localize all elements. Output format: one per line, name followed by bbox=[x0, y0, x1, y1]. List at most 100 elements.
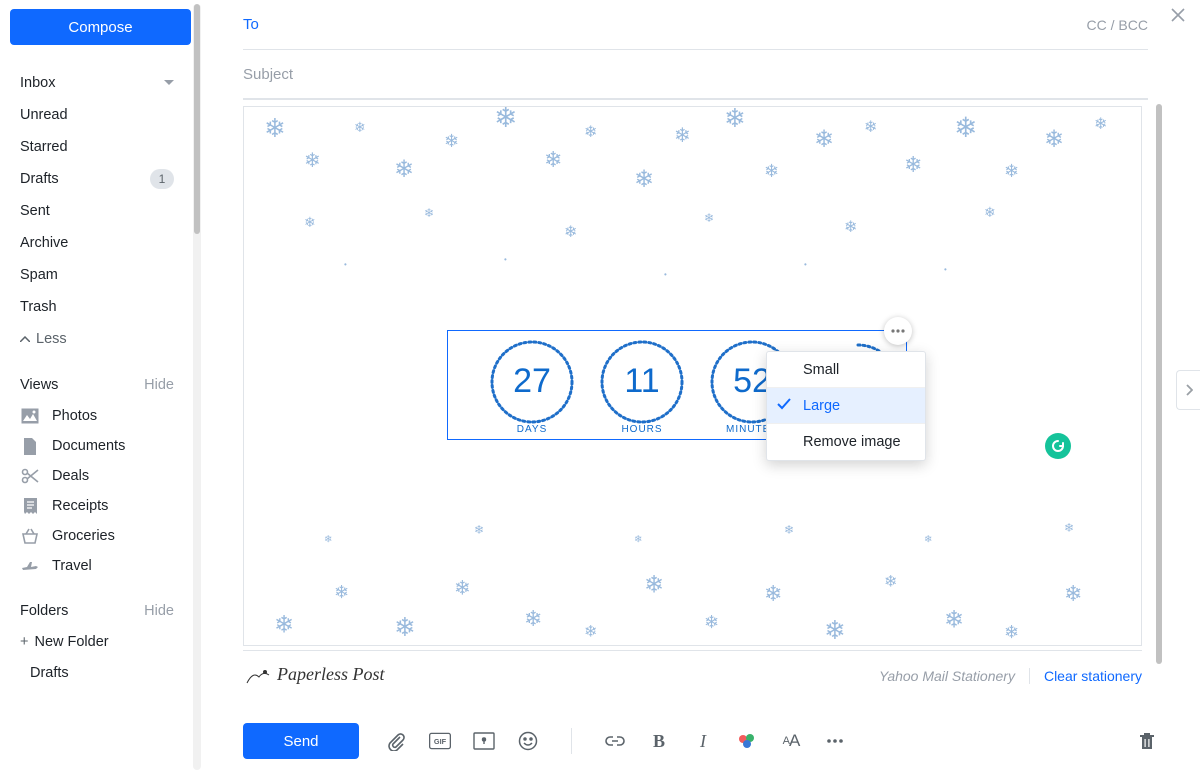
svg-text:•: • bbox=[344, 260, 347, 269]
subject-field-row[interactable]: Subject bbox=[243, 50, 1148, 100]
emoji-icon[interactable] bbox=[517, 730, 539, 752]
scissors-icon bbox=[20, 466, 40, 486]
stationery-canvas: ❄❄❄ ❄❄❄ ❄❄❄ ❄❄❄ ❄❄❄ ❄❄❄ ❄❄❄ ❄❄❄ ❄•• ••• bbox=[243, 106, 1142, 646]
new-folder-button[interactable]: + New Folder bbox=[10, 627, 184, 657]
folders-hide-link[interactable]: Hide bbox=[144, 603, 174, 619]
chevron-up-icon bbox=[20, 336, 30, 342]
view-label: Receipts bbox=[52, 498, 108, 514]
view-deals[interactable]: Deals bbox=[10, 461, 184, 491]
svg-text:❄: ❄ bbox=[354, 119, 366, 135]
discard-draft-icon[interactable] bbox=[1138, 730, 1160, 752]
cc-bcc-toggle[interactable]: CC / BCC bbox=[1087, 17, 1148, 33]
svg-text:•: • bbox=[504, 255, 507, 264]
folder-drafts[interactable]: Drafts 1 bbox=[10, 163, 184, 195]
countdown-hours: 11 HOURS bbox=[592, 336, 692, 435]
svg-text:❄: ❄ bbox=[704, 211, 714, 225]
folder-starred[interactable]: Starred bbox=[10, 131, 184, 163]
svg-text:❄: ❄ bbox=[674, 125, 691, 147]
svg-text:❄: ❄ bbox=[954, 112, 977, 143]
message-body[interactable]: ❄❄❄ ❄❄❄ ❄❄❄ ❄❄❄ ❄❄❄ ❄❄❄ ❄❄❄ ❄❄❄ ❄•• ••• bbox=[243, 106, 1142, 702]
svg-text:❄: ❄ bbox=[274, 609, 294, 636]
svg-text:•: • bbox=[664, 270, 667, 279]
scrollbar-listpane[interactable] bbox=[193, 4, 201, 770]
menu-item-small[interactable]: Small bbox=[767, 352, 925, 388]
folder-sent[interactable]: Sent bbox=[10, 195, 184, 227]
svg-text:❄: ❄ bbox=[704, 611, 719, 631]
right-panel-expand[interactable] bbox=[1176, 370, 1200, 410]
svg-text:❄: ❄ bbox=[764, 161, 779, 181]
collapse-less[interactable]: Less bbox=[10, 323, 184, 355]
menu-item-large[interactable]: Large bbox=[767, 388, 925, 424]
svg-text:❄: ❄ bbox=[494, 107, 517, 133]
view-groceries[interactable]: Groceries bbox=[10, 521, 184, 551]
to-field-row[interactable]: To CC / BCC bbox=[243, 0, 1148, 50]
view-documents[interactable]: Documents bbox=[10, 431, 184, 461]
grammarly-icon[interactable] bbox=[1045, 433, 1071, 459]
menu-item-remove-image[interactable]: Remove image bbox=[767, 424, 925, 460]
svg-text:❄: ❄ bbox=[424, 206, 434, 220]
font-size-icon[interactable]: AA bbox=[780, 730, 802, 752]
toolbar-divider bbox=[571, 728, 572, 754]
stationery-icon[interactable] bbox=[473, 730, 495, 752]
compose-button[interactable]: Compose bbox=[10, 9, 191, 45]
more-formatting-icon[interactable] bbox=[824, 730, 846, 752]
plane-icon bbox=[20, 556, 40, 576]
italic-icon[interactable]: I bbox=[692, 730, 714, 752]
svg-text:❄: ❄ bbox=[1064, 520, 1074, 534]
paperless-post-logo: Paperless Post bbox=[243, 664, 385, 686]
folder-archive[interactable]: Archive bbox=[10, 227, 184, 259]
link-icon[interactable] bbox=[604, 730, 626, 752]
svg-text:❄: ❄ bbox=[944, 604, 964, 631]
folders-title: Folders bbox=[20, 603, 68, 619]
chevron-down-icon bbox=[164, 80, 174, 86]
paperless-post-text: Paperless Post bbox=[277, 664, 385, 684]
close-compose-button[interactable] bbox=[1168, 5, 1188, 25]
bold-icon[interactable]: B bbox=[648, 730, 670, 752]
views-hide-link[interactable]: Hide bbox=[144, 377, 174, 393]
svg-text:❄: ❄ bbox=[634, 166, 654, 193]
folder-trash[interactable]: Trash bbox=[10, 291, 184, 323]
view-label: Photos bbox=[52, 408, 97, 424]
folder-label: Spam bbox=[20, 267, 58, 283]
sidebar: Compose Inbox Unread Starred Drafts 1 Se… bbox=[0, 0, 193, 774]
user-folder-drafts[interactable]: Drafts bbox=[10, 657, 184, 689]
folder-inbox[interactable]: Inbox bbox=[10, 67, 184, 99]
photo-icon bbox=[20, 406, 40, 426]
view-photos[interactable]: Photos bbox=[10, 401, 184, 431]
less-label: Less bbox=[36, 331, 67, 347]
folder-label: Unread bbox=[20, 107, 68, 123]
scrollbar-bodypane[interactable] bbox=[1154, 104, 1164, 704]
svg-text:❄: ❄ bbox=[524, 605, 542, 630]
scrollbar-thumb[interactable] bbox=[1156, 104, 1162, 664]
svg-text:GIF: GIF bbox=[434, 737, 447, 746]
scrollbar-thumb[interactable] bbox=[194, 4, 200, 234]
send-button[interactable]: Send bbox=[243, 723, 359, 759]
svg-text:❄: ❄ bbox=[474, 522, 484, 536]
image-size-menu: Small Large Remove image bbox=[766, 351, 926, 461]
compose-pane: To CC / BCC Subject ❄ ❄ ❄ ❄ ❄ ❄ ❄ ❄ ❄ ❄ ❄ ❄ bbox=[193, 0, 1200, 774]
svg-text:❄: ❄ bbox=[824, 614, 846, 644]
folder-label: Inbox bbox=[20, 75, 55, 91]
svg-text:❄: ❄ bbox=[394, 156, 414, 183]
gif-icon[interactable]: GIF bbox=[429, 730, 451, 752]
attach-icon[interactable] bbox=[385, 730, 407, 752]
subject-placeholder: Subject bbox=[243, 66, 293, 83]
basket-icon bbox=[20, 526, 40, 546]
drafts-count-badge: 1 bbox=[150, 169, 174, 189]
countdown-days: 27 DAYS bbox=[482, 336, 582, 435]
view-receipts[interactable]: Receipts bbox=[10, 491, 184, 521]
svg-text:❄: ❄ bbox=[1044, 126, 1064, 153]
folder-unread[interactable]: Unread bbox=[10, 99, 184, 131]
folder-label: Archive bbox=[20, 235, 68, 251]
svg-text:❄: ❄ bbox=[784, 522, 794, 536]
clear-stationery-link[interactable]: Clear stationery bbox=[1044, 668, 1142, 684]
svg-text:❄: ❄ bbox=[394, 611, 416, 641]
view-travel[interactable]: Travel bbox=[10, 551, 184, 581]
svg-text:❄: ❄ bbox=[844, 219, 857, 236]
stationery-brand-text: Yahoo Mail Stationery bbox=[879, 668, 1030, 684]
image-options-button[interactable] bbox=[884, 317, 912, 345]
svg-text:❄: ❄ bbox=[564, 224, 577, 241]
text-color-icon[interactable] bbox=[736, 730, 758, 752]
snow-bottom-decoration: ❄❄❄ ❄❄❄ ❄❄❄ ❄❄❄ ❄❄ ❄❄❄ ❄❄❄ bbox=[244, 465, 1141, 645]
folder-spam[interactable]: Spam bbox=[10, 259, 184, 291]
